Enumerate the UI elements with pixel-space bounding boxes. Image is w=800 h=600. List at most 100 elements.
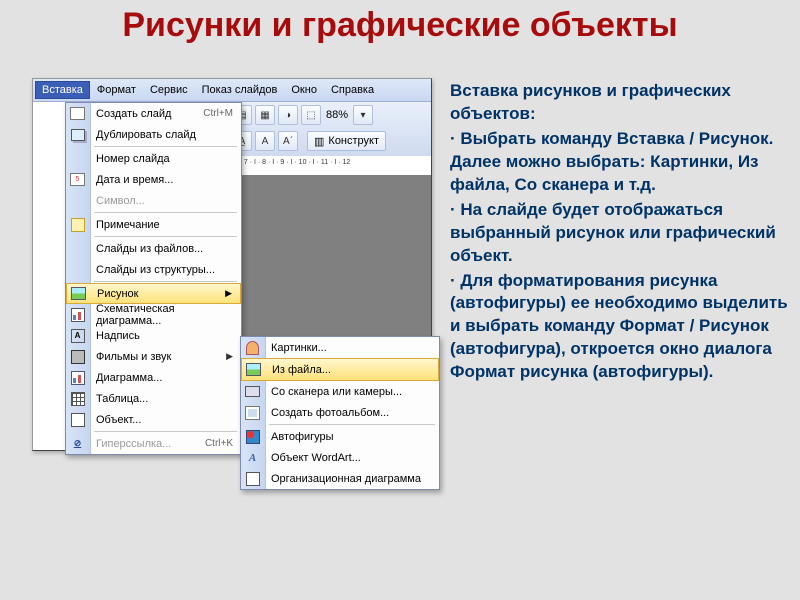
font-button-icon[interactable]: Aˊ [278,131,298,151]
menu-servis[interactable]: Сервис [143,81,195,99]
description-text: Вставка рисунков и графических объектов:… [450,80,790,386]
note-icon [69,216,86,233]
desc-line: · На слайде будет отображаться выбранный… [450,199,790,268]
menu-okno[interactable]: Окно [284,81,324,99]
menu-item-slide-number[interactable]: Номер слайда [66,148,241,169]
menu-item-label: Гиперссылка... [96,438,171,450]
menu-format[interactable]: Формат [90,81,143,99]
menu-separator [269,424,435,425]
submenu-item-from-file[interactable]: Из файла... [241,358,439,381]
menu-item-label: Создать слайд [96,108,171,120]
menu-item-label: Фильмы и звук [96,351,171,363]
menu-item-slides-from-outline[interactable]: Слайды из структуры... [66,259,241,280]
toolbar-button-icon[interactable]: ◑ [278,105,298,125]
menu-item-label: Номер слайда [96,153,170,165]
slide-title: Рисунки и графические объекты [0,6,800,45]
shapes-icon [244,428,261,445]
layout-icon: ▥ [314,135,324,148]
submenu-item-org-chart[interactable]: Организационная диаграмма [241,468,439,489]
submenu-item-clipart[interactable]: Картинки... [241,337,439,358]
submenu-arrow-icon: ▶ [225,288,232,299]
menu-item-label: Из файла... [272,364,331,376]
menu-item-label: Слайды из файлов... [96,243,203,255]
person-icon [244,339,261,356]
submenu-item-wordart[interactable]: A Объект WordArt... [241,447,439,468]
toolbar-button-icon[interactable]: ⬚ [301,105,321,125]
textbox-icon: A [69,327,86,344]
menu-item-comment[interactable]: Примечание [66,214,241,235]
menu-item-slides-from-files[interactable]: Слайды из файлов... [66,238,241,259]
menu-separator [94,212,237,213]
menu-separator [94,431,237,432]
menu-item-label: Объект WordArt... [271,452,361,464]
app-screenshot: Вставка Формат Сервис Показ слайдов Окно… [32,78,432,451]
desc-line: · Для форматирования рисунка (автофигуры… [450,270,790,385]
menu-item-table[interactable]: Таблица... [66,388,241,409]
submenu-arrow-icon: ▶ [226,351,233,362]
submenu-item-photo-album[interactable]: Создать фотоальбом... [241,402,439,423]
menu-item-hyperlink: ⊘ Гиперссылка... Ctrl+K [66,433,241,454]
font-button-icon[interactable]: A [255,131,275,151]
album-icon [244,404,261,421]
hyperlink-icon: ⊘ [69,435,86,452]
menu-item-label: Со сканера или камеры... [271,386,402,398]
desc-line: · Выбрать команду Вставка / Рисунок. Дал… [450,128,790,197]
menu-item-label: Объект... [96,414,141,426]
date-icon: 5 [69,171,86,188]
menu-item-symbol: Символ... [66,190,241,211]
picture-icon [70,285,87,302]
menu-item-label: Картинки... [271,342,327,354]
menu-item-label: Таблица... [96,393,148,405]
menu-separator [94,146,237,147]
menu-item-label: Дата и время... [96,174,173,186]
menu-separator [94,236,237,237]
menu-item-label: Создать фотоальбом... [271,407,389,419]
wordart-icon: A [244,449,261,466]
menu-item-label: Автофигуры [271,431,334,443]
menubar: Вставка Формат Сервис Показ слайдов Окно… [33,79,431,102]
menu-item-picture[interactable]: Рисунок ▶ [66,283,241,304]
menu-item-shortcut: Ctrl+M [203,108,233,119]
konstruktor-button[interactable]: ▥ Конструкт [307,131,386,151]
menu-spravka[interactable]: Справка [324,81,381,99]
menu-item-textbox[interactable]: A Надпись [66,325,241,346]
menu-item-object[interactable]: Объект... [66,409,241,430]
submenu-item-from-scanner[interactable]: Со сканера или камеры... [241,381,439,402]
org-chart-icon [244,470,261,487]
table-icon [69,390,86,407]
menu-item-label: Диаграмма... [96,372,162,384]
menu-item-diagram[interactable]: Схематическая диаграмма... [66,304,241,325]
menu-item-chart[interactable]: Диаграмма... [66,367,241,388]
zoom-dropdown-icon[interactable]: ▾ [353,105,373,125]
new-slide-icon [69,105,86,122]
menu-item-duplicate-slide[interactable]: Дублировать слайд [66,124,241,145]
insert-menu-dropdown: Создать слайд Ctrl+M Дублировать слайд Н… [65,102,242,455]
menu-item-movies-sound[interactable]: Фильмы и звук ▶ [66,346,241,367]
duplicate-icon [69,126,86,143]
movie-icon [69,348,86,365]
menu-item-shortcut: Ctrl+K [205,438,233,449]
from-file-icon [245,361,262,378]
menu-item-date-time[interactable]: 5 Дата и время... [66,169,241,190]
menu-item-label: Слайды из структуры... [96,264,215,276]
konstruktor-label: Конструкт [328,135,379,147]
menu-item-label: Организационная диаграмма [271,473,421,485]
menu-separator [94,281,237,282]
toolbar-button-icon[interactable]: ▦ [255,105,275,125]
desc-heading: Вставка рисунков и графических объектов: [450,80,790,126]
diagram-icon [69,306,86,323]
picture-submenu: Картинки... Из файла... Со сканера или к… [240,336,440,490]
submenu-item-autoshapes[interactable]: Автофигуры [241,426,439,447]
menu-item-label: Схематическая диаграмма... [96,303,233,327]
menu-item-label: Примечание [96,219,160,231]
object-icon [69,411,86,428]
menu-item-new-slide[interactable]: Создать слайд Ctrl+M [66,103,241,124]
menu-item-label: Рисунок [97,288,139,300]
menu-item-label: Дублировать слайд [96,129,196,141]
chart-icon [69,369,86,386]
zoom-value[interactable]: 88% [324,109,350,121]
menu-item-label: Символ... [96,195,145,207]
menu-pokaz-slaydov[interactable]: Показ слайдов [195,81,285,99]
menu-vstavka[interactable]: Вставка [35,81,90,99]
scanner-icon [244,383,261,400]
